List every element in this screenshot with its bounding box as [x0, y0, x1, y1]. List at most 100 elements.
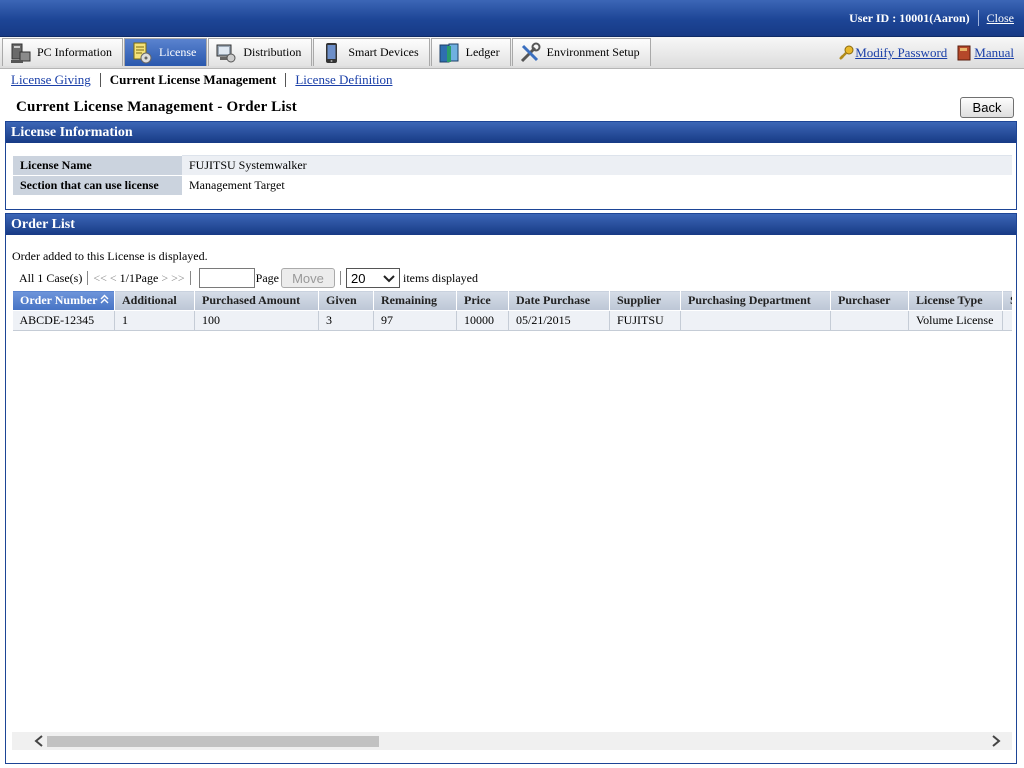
tab-distribution[interactable]: Distribution	[208, 38, 313, 66]
prev-page-link[interactable]: <	[110, 271, 117, 286]
order-table: Order Number Additional Purchased Amount…	[12, 290, 1012, 331]
column-header-given[interactable]: Given	[318, 290, 374, 311]
license-definition-link[interactable]: License Definition	[295, 72, 392, 88]
distribution-icon	[215, 42, 237, 64]
tab-ledger[interactable]: Ledger	[430, 38, 511, 66]
manual-label[interactable]: Manual	[974, 45, 1014, 61]
sub-nav: License Giving Current License Managemen…	[11, 72, 392, 88]
column-header-license-type[interactable]: License Type	[908, 290, 1003, 311]
column-header-price[interactable]: Price	[456, 290, 509, 311]
pager: All 1 Case(s) << < 1/1Page > >> Page Mov…	[19, 267, 478, 289]
pc-icon	[9, 42, 31, 64]
ledger-icon	[438, 42, 460, 64]
cell-purchaser	[830, 310, 909, 331]
divider	[977, 10, 979, 26]
smartphone-icon	[320, 42, 342, 64]
table-header-row: Order Number Additional Purchased Amount…	[12, 290, 1012, 311]
tab-label: License	[159, 45, 197, 59]
page-title: Current License Management - Order List	[16, 99, 297, 115]
column-header-additional[interactable]: Additional	[114, 290, 195, 311]
column-header-truncated[interactable]: S	[1002, 290, 1012, 311]
order-list-heading: Order List	[6, 214, 1016, 235]
divider	[285, 73, 287, 87]
last-page-link[interactable]: >>	[171, 271, 185, 286]
tab-label: Smart Devices	[348, 45, 419, 59]
current-license-management-label: Current License Management	[109, 72, 277, 87]
info-row: License Name FUJITSU Systemwalker	[13, 155, 1012, 176]
scrollbar-thumb[interactable]	[47, 736, 379, 747]
info-key: License Name	[13, 155, 182, 176]
cell-order-number: ABCDE-12345	[12, 310, 115, 331]
license-information-heading: License Information	[6, 122, 1016, 143]
divider	[189, 271, 191, 285]
license-information-panel: License Information License Name FUJITSU…	[5, 121, 1017, 210]
column-header-remaining[interactable]: Remaining	[373, 290, 457, 311]
divider	[87, 271, 89, 285]
tools-icon	[519, 42, 541, 64]
first-page-link[interactable]: <<	[93, 271, 107, 286]
column-header-date-purchase[interactable]: Date Purchase	[508, 290, 610, 311]
column-header-purchased-amount[interactable]: Purchased Amount	[194, 290, 319, 311]
user-info: User ID : 10001(Aaron) Close	[849, 10, 1014, 26]
info-row: Section that can use license Management …	[13, 175, 1012, 196]
order-list-panel: Order List Order added to this License i…	[5, 213, 1017, 764]
page-number-input[interactable]	[198, 268, 255, 288]
modify-password-link[interactable]: Modify Password	[838, 45, 947, 61]
tab-environment-setup[interactable]: Environment Setup	[511, 38, 651, 66]
info-value: Management Target	[182, 175, 1012, 196]
column-header-label: Order Number	[20, 293, 98, 307]
move-button[interactable]: Move	[280, 268, 335, 288]
cell-purchasing-department	[680, 310, 831, 331]
tab-label: Distribution	[243, 45, 302, 59]
scroll-right-icon[interactable]	[987, 732, 1005, 750]
column-header-supplier[interactable]: Supplier	[609, 290, 681, 311]
cell-additional: 1	[114, 310, 195, 331]
license-giving-link[interactable]: License Giving	[11, 72, 91, 88]
tab-pc-information[interactable]: PC Information	[2, 38, 123, 66]
cell-truncated	[1002, 310, 1012, 331]
user-id-label: User ID : 10001(Aaron)	[849, 10, 970, 25]
tab-label: Environment Setup	[546, 45, 640, 59]
cell-supplier: FUJITSU	[609, 310, 681, 331]
key-icon	[838, 45, 854, 61]
license-info-table: License Name FUJITSU Systemwalker Sectio…	[13, 155, 1012, 196]
cell-remaining: 97	[373, 310, 457, 331]
cell-price: 10000	[456, 310, 509, 331]
scroll-left-icon[interactable]	[30, 732, 48, 750]
table-row[interactable]: ABCDE-12345 1 100 3 97 10000 05/21/2015 …	[12, 310, 1012, 331]
tab-label: PC Information	[37, 45, 112, 59]
horizontal-scrollbar[interactable]	[12, 732, 1012, 750]
all-cases-count: All 1 Case(s)	[19, 270, 83, 285]
back-button[interactable]: Back	[960, 97, 1014, 118]
top-bar: User ID : 10001(Aaron) Close	[0, 0, 1024, 37]
column-header-purchasing-department[interactable]: Purchasing Department	[680, 290, 831, 311]
order-grid: Order Number Additional Purchased Amount…	[12, 290, 1012, 730]
tab-smart-devices[interactable]: Smart Devices	[313, 38, 430, 66]
chevron-down-icon	[383, 271, 395, 286]
column-header-purchaser[interactable]: Purchaser	[830, 290, 909, 311]
close-link[interactable]: Close	[987, 11, 1014, 26]
modify-password-label[interactable]: Modify Password	[855, 45, 947, 61]
items-per-page-value: 20	[350, 270, 366, 286]
order-list-description: Order added to this License is displayed…	[12, 249, 208, 263]
divider	[99, 73, 101, 87]
book-icon	[957, 45, 971, 61]
column-header-order-number[interactable]: Order Number	[12, 290, 115, 311]
manual-link[interactable]: Manual	[957, 45, 1014, 61]
cell-license-type: Volume License	[908, 310, 1003, 331]
page-label: Page	[255, 270, 279, 285]
cell-given: 3	[318, 310, 374, 331]
next-page-link[interactable]: >	[161, 271, 168, 286]
license-icon	[131, 42, 153, 64]
items-displayed-label: items displayed	[402, 270, 478, 285]
info-key: Section that can use license	[13, 175, 182, 196]
main-nav: PC Information License Distribution Smar…	[0, 37, 1024, 69]
tab-label: Ledger	[465, 45, 500, 59]
tab-license[interactable]: License	[124, 38, 208, 66]
cell-purchased-amount: 100	[194, 310, 319, 331]
sort-ascending-icon	[100, 293, 109, 307]
page-info: 1/1Page	[119, 270, 159, 285]
divider	[339, 271, 341, 285]
cell-date-purchase: 05/21/2015	[508, 310, 610, 331]
items-per-page-select[interactable]: 20	[345, 268, 400, 288]
